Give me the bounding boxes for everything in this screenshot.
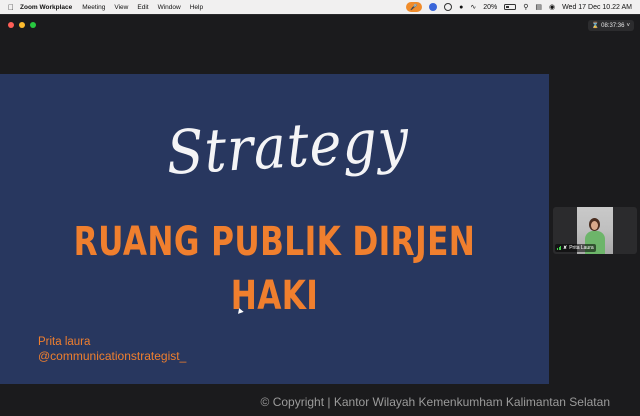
control-center-icon[interactable]: ▤ (535, 3, 542, 11)
muted-microphone-icon: ✘ (563, 245, 568, 251)
participant-label: ✘ Prita Laura (555, 244, 596, 252)
maximize-window-button[interactable] (30, 22, 36, 28)
participant-name: Prita Laura (569, 245, 594, 251)
siri-icon[interactable]: ◉ (549, 3, 555, 11)
battery-percent: 20% (483, 3, 498, 11)
clock[interactable]: Wed 17 Dec 10.22 AM (562, 4, 632, 11)
close-window-button[interactable] (8, 22, 14, 28)
search-icon[interactable]: ⚲ (523, 3, 528, 11)
slide-presenter-name: Prita laura (38, 336, 91, 348)
wifi-icon[interactable]: ∿ (470, 3, 476, 11)
status-area: 🎤 ● ∿ 20% ⚲ ▤ ◉ Wed 17 Dec 10.22 AM (406, 2, 632, 12)
menu-meeting[interactable]: Meeting (82, 4, 105, 11)
shared-screen-slide: Strategy RUANG PUBLIK DIRJEN HAKI Prita … (0, 74, 549, 384)
minimize-window-button[interactable] (19, 22, 25, 28)
menu-bar:  Zoom Workplace Meeting View Edit Windo… (0, 0, 640, 14)
meeting-timer[interactable]: ⌛ 08:37:36 ˅ (587, 20, 634, 31)
menu-help[interactable]: Help (190, 4, 203, 11)
window-controls (8, 22, 36, 28)
hourglass-icon: ⌛ (591, 23, 600, 29)
screen-share-status-icon[interactable] (444, 3, 453, 11)
participant-video-tile[interactable]: ✘ Prita Laura (553, 207, 637, 254)
apple-menu-icon[interactable]:  (8, 3, 20, 12)
slide-title-line-1: RUANG PUBLIK DIRJEN (73, 219, 476, 265)
menu-window[interactable]: Window (158, 4, 181, 11)
microphone-in-use-icon[interactable]: 🎤 (406, 2, 423, 12)
copyright-watermark: © Copyright | Kantor Wilayah Kemenkumham… (260, 395, 610, 409)
timer-value: 08:37:36 (601, 22, 625, 29)
audio-level-icon (557, 246, 561, 250)
menu-view[interactable]: View (114, 4, 128, 11)
control-icon[interactable]: ● (459, 4, 463, 11)
zoom-meeting-window: ⌛ 08:37:36 ˅ Strategy RUANG PUBLIK DIRJE… (0, 14, 640, 416)
app-menu[interactable]: Zoom Workplace (20, 4, 72, 11)
slide-title-line-2: HAKI (230, 273, 319, 319)
slide-presenter-handle: @communicationstrategist_ (38, 349, 187, 363)
battery-icon[interactable] (504, 4, 517, 10)
slide-script-title: Strategy (165, 104, 411, 189)
chevron-down-icon: ˅ (626, 22, 630, 29)
zoom-status-icon[interactable] (429, 3, 438, 11)
menu-edit[interactable]: Edit (137, 4, 148, 11)
participant-face (591, 221, 598, 230)
